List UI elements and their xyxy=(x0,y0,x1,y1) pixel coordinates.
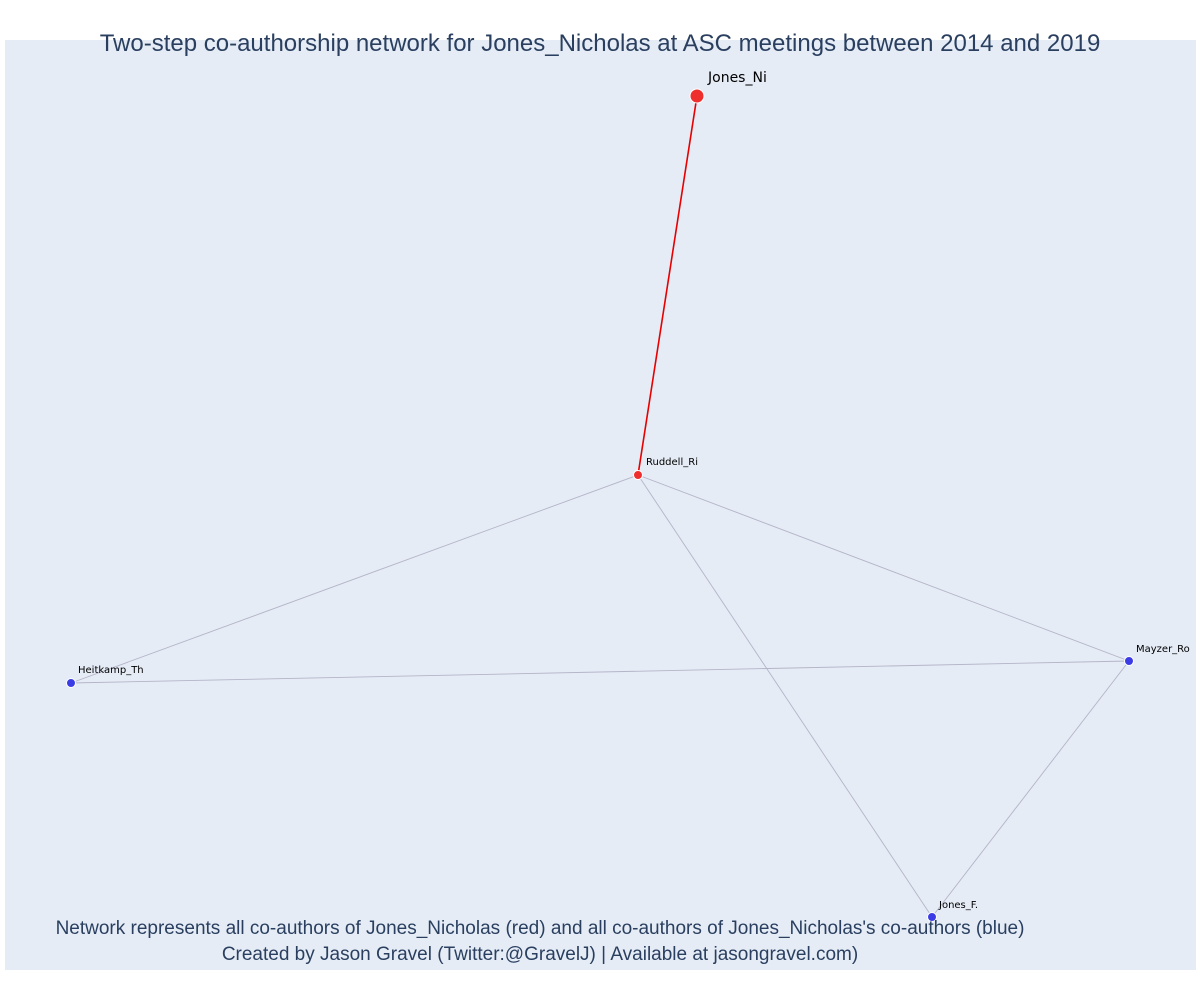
node-label-ruddell_ri: Ruddell_Ri xyxy=(646,457,698,468)
node-label-jones_ni: Jones_Ni xyxy=(707,70,767,86)
edge-ruddell_ri-jones_f xyxy=(637,474,933,918)
edge-ruddell_ri-mayzer_ro xyxy=(637,474,1130,662)
node-label-jones_f: Jones_F. xyxy=(938,900,978,911)
labels-layer: Jones_Ni Ruddell_Ri Heitkamp_Th Mayzer_Ro Jo… xyxy=(78,70,1190,911)
nodes-layer xyxy=(66,88,1134,922)
edge-heitkamp_th-mayzer_ro xyxy=(70,660,1130,684)
node-label-mayzer_ro: Mayzer_Ro xyxy=(1136,644,1190,655)
caption-legend-note: Network represents all co-authors of Jon… xyxy=(55,918,1025,939)
edge-mayzer_ro-jones_f xyxy=(931,660,1130,918)
node-jones_ni[interactable] xyxy=(689,88,705,104)
node-label-heitkamp_th: Heitkamp_Th xyxy=(78,665,144,676)
node-mayzer_ro[interactable] xyxy=(1124,656,1134,666)
node-heitkamp_th[interactable] xyxy=(66,678,76,688)
edge-ruddell_ri-heitkamp_th xyxy=(70,474,639,684)
edge-jones_ni-ruddell_ri xyxy=(637,95,698,476)
node-ruddell_ri[interactable] xyxy=(633,470,643,480)
page-title: Two-step co-authorship network for Jones… xyxy=(99,30,1101,57)
edges-layer xyxy=(70,95,1130,918)
network-graph: Jones_Ni Ruddell_Ri Heitkamp_Th Mayzer_Ro Jo… xyxy=(66,70,1190,922)
caption-credit: Created by Jason Gravel (Twitter:@Gravel… xyxy=(221,944,859,965)
